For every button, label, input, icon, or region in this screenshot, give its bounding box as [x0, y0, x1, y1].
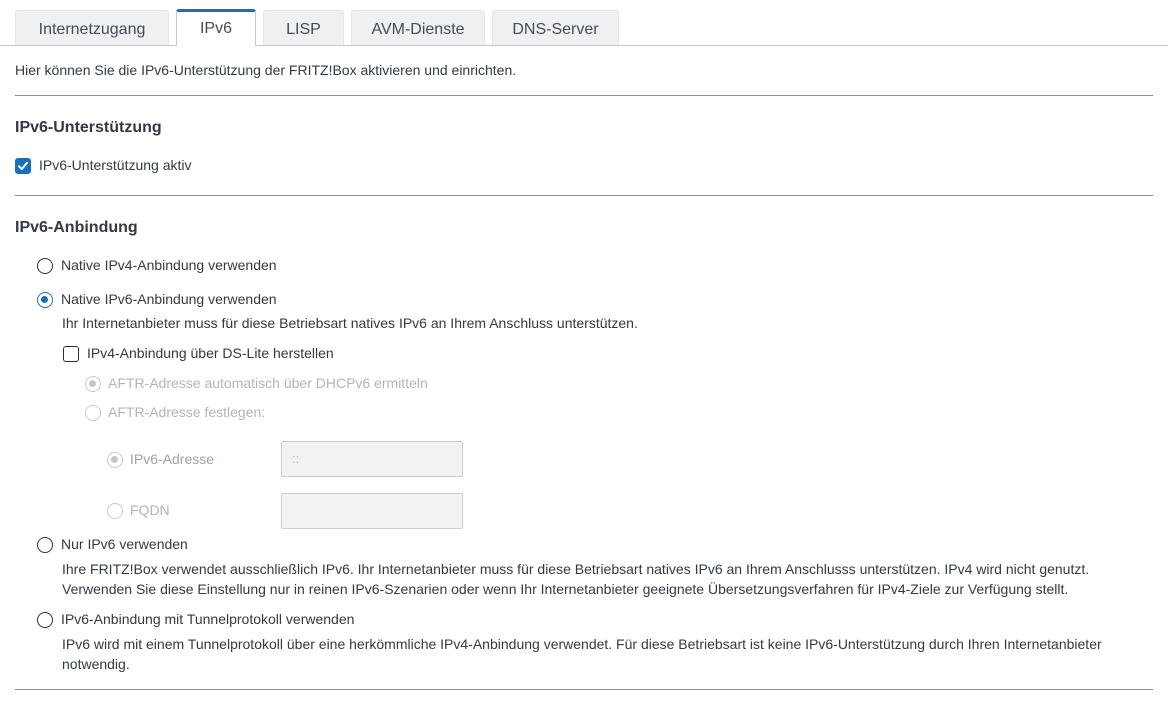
checkmark-icon	[18, 161, 28, 170]
aftr-manual-radio[interactable]	[85, 405, 101, 421]
ipv6-only-label[interactable]: Nur IPv6 verwenden	[61, 536, 188, 552]
aftr-manual-label[interactable]: AFTR-Adresse festlegen:	[108, 404, 265, 420]
tunnel-radio[interactable]	[37, 612, 53, 628]
native-ipv6-radio[interactable]	[37, 292, 53, 308]
aftr-fqdn-radio[interactable]	[107, 503, 123, 519]
ipv6-support-checkbox[interactable]	[15, 158, 31, 174]
aftr-fqdn-input[interactable]	[281, 493, 463, 529]
connection-heading: IPv6-Anbindung	[15, 219, 138, 236]
intro-text: Hier können Sie die IPv6-Unterstützung d…	[15, 62, 517, 78]
aftr-auto-label[interactable]: AFTR-Adresse automatisch über DHCPv6 erm…	[108, 375, 428, 391]
dslite-label[interactable]: IPv4-Anbindung über DS-Lite herstellen	[87, 345, 334, 361]
aftr-auto-radio[interactable]	[85, 376, 101, 392]
tab-avm-dienste[interactable]: AVM-Dienste	[351, 10, 485, 45]
section-divider	[15, 95, 1153, 96]
support-heading: IPv6-Unterstützung	[15, 119, 162, 136]
tab-ipv6[interactable]: IPv6	[176, 9, 256, 46]
tab-internetzugang[interactable]: Internetzugang	[15, 10, 169, 45]
ipv6-only-radio[interactable]	[37, 537, 53, 553]
aftr-fqdn-label[interactable]: FQDN	[130, 502, 170, 518]
tab-dns-server[interactable]: DNS-Server	[492, 10, 619, 45]
section-divider	[15, 689, 1153, 690]
tab-lisp[interactable]: LISP	[263, 10, 344, 45]
aftr-ipv6-label[interactable]: IPv6-Adresse	[130, 451, 214, 467]
native-ipv6-description: Ihr Internetanbieter muss für diese Betr…	[62, 315, 638, 331]
tunnel-description: IPv6 wird mit einem Tunnelprotokoll über…	[62, 636, 1102, 672]
section-divider	[15, 195, 1153, 196]
tunnel-label[interactable]: IPv6-Anbindung mit Tunnelprotokoll verwe…	[61, 611, 354, 627]
native-ipv6-label[interactable]: Native IPv6-Anbindung verwenden	[61, 291, 277, 307]
native-ipv4-label[interactable]: Native IPv4-Anbindung verwenden	[61, 257, 277, 273]
tab-bar: Internetzugang IPv6 LISP AVM-Dienste DNS…	[0, 0, 1168, 46]
ipv6-only-description: Ihre FRITZ!Box verwendet ausschließlich …	[62, 561, 1090, 597]
aftr-ipv6-radio[interactable]	[107, 452, 123, 468]
ipv6-support-label[interactable]: IPv6-Unterstützung aktiv	[39, 157, 192, 173]
aftr-ipv6-input[interactable]: ::	[281, 441, 463, 477]
native-ipv4-radio[interactable]	[37, 258, 53, 274]
dslite-checkbox[interactable]	[63, 346, 79, 362]
